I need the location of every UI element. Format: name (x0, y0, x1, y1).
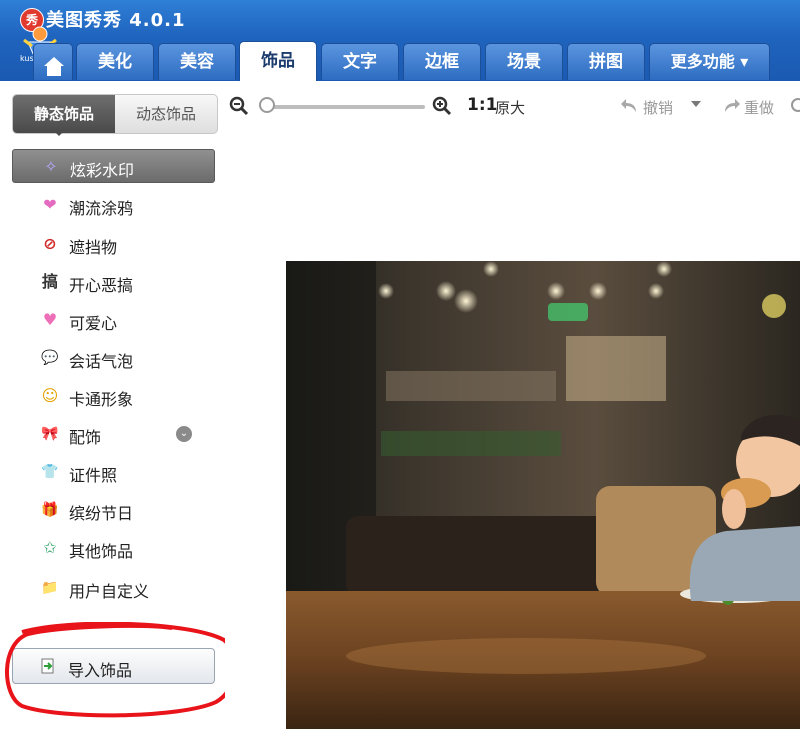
tab-more-features[interactable]: 更多功能 ▾ (649, 43, 770, 80)
undo-history-dropdown-icon[interactable] (691, 101, 701, 107)
sparkle-icon: ✧ (44, 157, 58, 176)
redo-button[interactable]: 重做 (744, 97, 774, 118)
sidebar-item-label: 缤纷节日 (69, 504, 134, 523)
sidebar-item-graffiti[interactable]: ❤ 潮流涂鸦 (12, 188, 215, 222)
active-segment-pointer (53, 130, 65, 136)
cartoon-face-icon: ☺ (41, 386, 59, 405)
shirt-icon: 👕 (41, 464, 59, 480)
sidebar-item-label: 用户自定义 (69, 582, 150, 601)
sidebar-item-label: 开心恶搞 (69, 276, 134, 295)
chevron-down-icon[interactable]: ⌄ (176, 426, 192, 442)
zoom-slider-handle[interactable] (259, 97, 275, 113)
star-icon: ✩ (43, 538, 57, 557)
heart-icon: ♥ (42, 310, 58, 329)
sidebar-item-label: 遮挡物 (69, 238, 118, 257)
tab-scene[interactable]: 场景 (485, 43, 563, 80)
image-canvas (225, 129, 800, 729)
sidebar-item-label: 潮流涂鸦 (69, 199, 134, 218)
tab-home[interactable] (33, 43, 73, 80)
undo-icon[interactable] (620, 97, 640, 115)
sidebar-item-id-photo[interactable]: 👕 证件照 (12, 455, 215, 489)
tab-text[interactable]: 文字 (321, 43, 399, 80)
zoom-out-icon[interactable] (229, 96, 249, 116)
undo-button[interactable]: 撤销 (643, 97, 673, 118)
tab-frame[interactable]: 边框 (403, 43, 481, 80)
animated-decorations-tab[interactable]: 动态饰品 (115, 95, 217, 133)
home-icon (44, 57, 64, 76)
sidebar-item-label: 炫彩水印 (70, 161, 135, 180)
sidebar-item-cartoon[interactable]: ☺ 卡通形象 (12, 379, 215, 413)
zoom-ratio-button[interactable]: 1:1 (467, 95, 497, 115)
photo-preview[interactable] (286, 261, 800, 729)
sidebar-item-label: 其他饰品 (69, 542, 134, 561)
sidebar-item-other[interactable]: ✩ 其他饰品 (12, 531, 215, 565)
tab-face[interactable]: 美容 (158, 43, 236, 80)
title-bar: 秀 美图秀秀 4.0.1 kusfoto 美化 美容 饰品 文字 边框 场景 拼… (0, 0, 800, 81)
lips-icon: ❤ (43, 195, 57, 214)
sidebar-item-cute-hearts[interactable]: ♥ 可爱心 (12, 303, 215, 337)
app-window: 秀 美图秀秀 4.0.1 kusfoto 美化 美容 饰品 文字 边框 场景 拼… (0, 0, 800, 729)
sidebar-item-festivals[interactable]: 🎁 缤纷节日 (12, 493, 215, 527)
sidebar-item-label: 会话气泡 (69, 352, 134, 371)
static-decorations-tab[interactable]: 静态饰品 (13, 95, 115, 133)
sidebar-item-speech-bubbles[interactable]: 💬 会话气泡 (12, 341, 215, 375)
bow-icon: 🎀 (41, 426, 59, 442)
red-highlight-circle (5, 622, 238, 718)
decoration-type-switch: 静态饰品 动态饰品 (12, 94, 218, 134)
redo-icon[interactable] (721, 97, 741, 115)
zoom-in-icon[interactable] (432, 96, 452, 116)
decoration-sidebar: 静态饰品 动态饰品 ✧ 炫彩水印 ❤ 潮流涂鸦 ⊘ 遮挡物 搞 开心恶搞 ♥ 可… (0, 81, 238, 729)
sidebar-item-covers[interactable]: ⊘ 遮挡物 (12, 227, 215, 261)
gao-character-icon: 搞 (41, 272, 58, 291)
sidebar-item-label: 可爱心 (69, 314, 118, 333)
folder-icon: 📁 (41, 580, 59, 596)
sidebar-item-color-watermark[interactable]: ✧ 炫彩水印 (12, 149, 215, 183)
sidebar-item-user-defined[interactable]: 📁 用户自定义 (12, 571, 215, 605)
view-toolbar: 1:1 原大 撤销 重做 (225, 81, 800, 129)
gift-icon: 🎁 (41, 502, 59, 518)
more-tools-icon[interactable] (791, 98, 800, 112)
sidebar-item-funny[interactable]: 搞 开心恶搞 (12, 265, 215, 299)
app-title: 美图秀秀 4.0.1 (46, 10, 186, 31)
tab-decorations[interactable]: 饰品 (239, 41, 317, 81)
tab-collage[interactable]: 拼图 (567, 43, 645, 80)
sidebar-item-label: 证件照 (69, 466, 118, 485)
no-entry-icon: ⊘ (43, 234, 57, 253)
actual-size-button[interactable]: 原大 (495, 97, 525, 118)
zoom-slider[interactable] (265, 105, 425, 109)
sidebar-item-label: 配饰 (69, 428, 102, 447)
tab-beautify[interactable]: 美化 (76, 43, 154, 80)
speech-bubble-icon: 💬 (41, 350, 59, 366)
sidebar-item-label: 卡通形象 (69, 390, 134, 409)
